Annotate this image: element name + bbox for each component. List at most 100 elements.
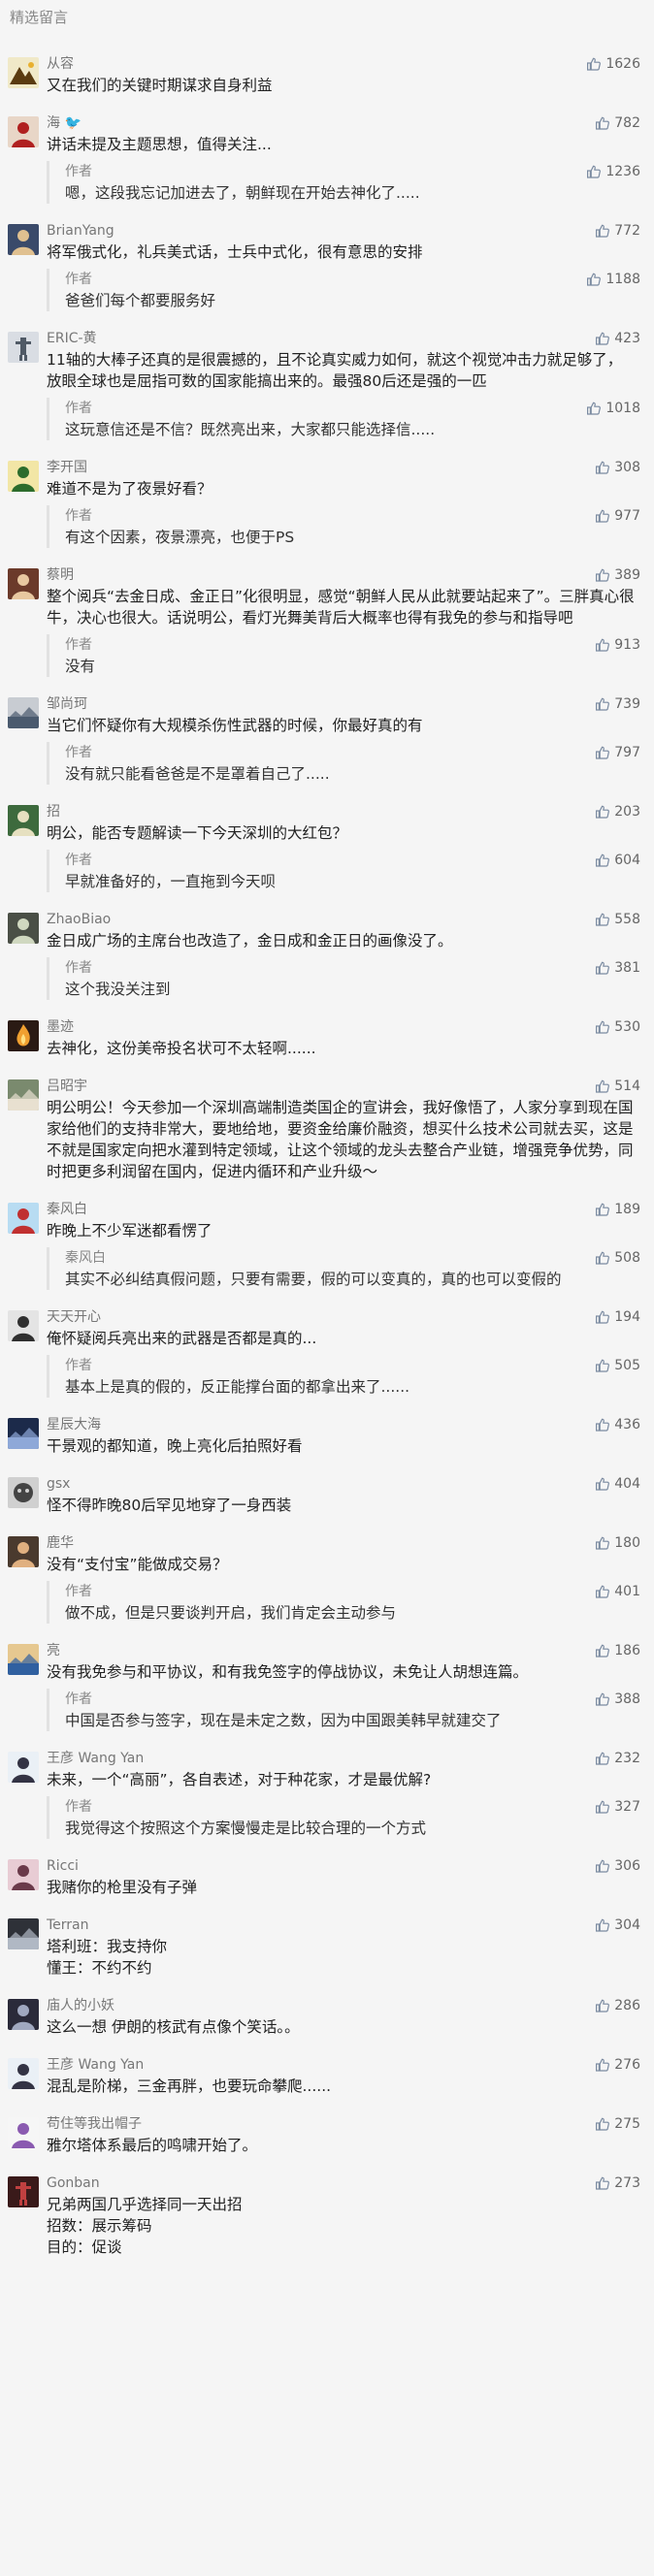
- avatar[interactable]: [8, 332, 39, 363]
- like-button[interactable]: 772: [595, 220, 640, 242]
- avatar[interactable]: [8, 1918, 39, 1949]
- like-button[interactable]: 505: [595, 1355, 640, 1376]
- avatar[interactable]: [8, 224, 39, 255]
- like-button[interactable]: 436: [595, 1414, 640, 1435]
- avatar[interactable]: [8, 2117, 39, 2148]
- like-button[interactable]: 782: [595, 113, 640, 134]
- comment-text: 又在我们的关键时期谋求自身利益: [47, 77, 273, 94]
- avatar[interactable]: [8, 57, 39, 88]
- like-count: 505: [614, 1358, 640, 1373]
- avatar[interactable]: [8, 805, 39, 836]
- like-button[interactable]: 273: [595, 2173, 640, 2194]
- thumbs-up-icon: [595, 460, 610, 475]
- avatar[interactable]: [8, 2058, 39, 2089]
- like-button[interactable]: 232: [595, 1748, 640, 1769]
- avatar[interactable]: [8, 1310, 39, 1341]
- like-count: 739: [614, 696, 640, 712]
- thumbs-up-icon: [595, 637, 610, 653]
- reply-author: 作者: [65, 853, 92, 868]
- like-button[interactable]: 194: [595, 1306, 640, 1328]
- comment-text: 将军俄式化，礼兵美式话，士兵中式化，很有意思的安排: [47, 243, 423, 261]
- like-button[interactable]: 306: [595, 1855, 640, 1877]
- author-reply: 作者 381 这个我没关注到: [47, 957, 640, 1000]
- avatar[interactable]: [8, 913, 39, 944]
- like-button[interactable]: 1236: [586, 161, 640, 182]
- like-button[interactable]: 389: [595, 564, 640, 586]
- like-count: 604: [614, 853, 640, 868]
- like-button[interactable]: 797: [595, 742, 640, 763]
- avatar[interactable]: [8, 1859, 39, 1890]
- comment-text: 这么一想 伊朗的核武有点像个笑话。。: [47, 2018, 300, 2036]
- like-button[interactable]: 275: [595, 2113, 640, 2135]
- like-button[interactable]: 276: [595, 2054, 640, 2076]
- avatar[interactable]: [8, 1418, 39, 1449]
- commenter-nickname: 招: [47, 804, 60, 820]
- like-button[interactable]: 203: [595, 801, 640, 822]
- like-count: 782: [614, 115, 640, 131]
- reply-text: 这个我没关注到: [65, 981, 171, 998]
- like-count: 436: [614, 1417, 640, 1433]
- like-button[interactable]: 558: [595, 909, 640, 930]
- thumbs-up-icon: [595, 1643, 610, 1658]
- like-button[interactable]: 388: [595, 1689, 640, 1710]
- like-button[interactable]: 530: [595, 1016, 640, 1038]
- comment-item: BrianYang 772 将军俄式化，礼兵美式话，士兵中式化，很有意思的安排 作者 1…: [0, 220, 654, 311]
- like-button[interactable]: 308: [595, 457, 640, 478]
- avatar[interactable]: [8, 461, 39, 492]
- like-button[interactable]: 977: [595, 505, 640, 527]
- avatar[interactable]: [8, 1477, 39, 1508]
- thumbs-up-icon: [595, 1584, 610, 1599]
- like-count: 508: [614, 1250, 640, 1266]
- avatar[interactable]: [8, 697, 39, 728]
- thumbs-up-icon: [595, 960, 610, 976]
- reply-text: 爸爸们每个都要服务好: [65, 292, 216, 309]
- like-count: 389: [614, 567, 640, 583]
- avatar[interactable]: [8, 1203, 39, 1234]
- like-count: 404: [614, 1476, 640, 1492]
- commenter-nickname: 苟住等我出帽子: [47, 2116, 142, 2132]
- like-button[interactable]: 180: [595, 1532, 640, 1554]
- reply-author: 作者: [65, 1584, 92, 1599]
- thumbs-up-icon: [595, 853, 610, 868]
- thumbs-up-icon: [595, 1691, 610, 1707]
- like-button[interactable]: 604: [595, 850, 640, 871]
- reply-author: 作者: [65, 745, 92, 760]
- avatar[interactable]: [8, 1644, 39, 1675]
- avatar[interactable]: [8, 1079, 39, 1111]
- thumbs-up-icon: [595, 1917, 610, 1933]
- like-button[interactable]: 381: [595, 957, 640, 979]
- avatar[interactable]: [8, 1536, 39, 1567]
- commenter-nickname: 海 🐦: [47, 115, 82, 131]
- like-button[interactable]: 401: [595, 1581, 640, 1602]
- comments-page: 精选留言 从容 1626 又在我们的关键时期谋求自身利益海 🐦 782 讲话未提及主题思…: [0, 0, 654, 2576]
- like-button[interactable]: 286: [595, 1995, 640, 2016]
- like-count: 530: [614, 1019, 640, 1035]
- avatar[interactable]: [8, 568, 39, 599]
- like-button[interactable]: 404: [595, 1473, 640, 1495]
- like-button[interactable]: 304: [595, 1915, 640, 1936]
- like-button[interactable]: 186: [595, 1640, 640, 1661]
- commenter-nickname: BrianYang: [47, 223, 114, 239]
- comment-item: 鹿华 180 没有“支付宝”能做成交易？ 作者 401 做不成，但是只要谈判开启，我们肯定…: [0, 1532, 654, 1624]
- like-button[interactable]: 1188: [586, 269, 640, 290]
- comment-item: ZhaoBiao 558 金日成广场的主席台也改造了，金日成和金正日的画像没了。 作者…: [0, 909, 654, 1000]
- like-count: 275: [614, 2116, 640, 2132]
- avatar[interactable]: [8, 1752, 39, 1783]
- thumbs-up-icon: [595, 115, 610, 131]
- like-button[interactable]: 514: [595, 1076, 640, 1097]
- like-button[interactable]: 423: [595, 328, 640, 349]
- comment-text: 去神化，这份美帝投名状可不太轻啊......: [47, 1040, 316, 1057]
- avatar[interactable]: [8, 116, 39, 147]
- avatar[interactable]: [8, 1020, 39, 1051]
- like-button[interactable]: 913: [595, 634, 640, 656]
- commenter-nickname: Gonban: [47, 2175, 100, 2191]
- avatar[interactable]: [8, 2176, 39, 2207]
- like-button[interactable]: 1626: [586, 53, 640, 75]
- like-button[interactable]: 1018: [586, 398, 640, 419]
- avatar[interactable]: [8, 1999, 39, 2030]
- like-button[interactable]: 508: [595, 1247, 640, 1269]
- like-button[interactable]: 189: [595, 1199, 640, 1220]
- like-button[interactable]: 327: [595, 1796, 640, 1818]
- like-button[interactable]: 739: [595, 693, 640, 715]
- like-count: 772: [614, 223, 640, 239]
